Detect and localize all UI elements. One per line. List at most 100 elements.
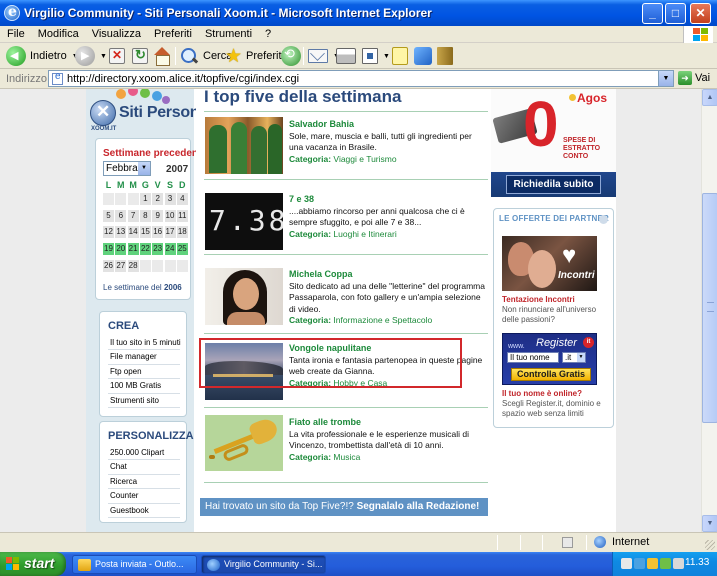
home-button[interactable] <box>153 46 171 66</box>
crea-item-sito[interactable]: Il tuo sito in 5 minuti <box>108 336 181 351</box>
crea-item-ftp[interactable]: Ftp open <box>108 365 180 380</box>
category-link[interactable]: Informazione e Spettacolo <box>333 315 432 325</box>
messenger-button[interactable] <box>414 46 432 66</box>
entry-image-7e38[interactable]: 7.38 <box>205 193 283 250</box>
calendar-day[interactable]: 4 <box>176 193 188 205</box>
calendar-day[interactable]: 1 <box>139 193 151 205</box>
resize-grip[interactable] <box>705 540 715 550</box>
refresh-button[interactable] <box>132 46 148 66</box>
calendar-day[interactable]: 12 <box>103 226 114 239</box>
personalizza-item-clipart[interactable]: 250.000 Clipart <box>108 446 180 461</box>
calendar-day[interactable]: 24 <box>164 243 176 256</box>
entry-image-tromba[interactable] <box>205 415 283 471</box>
calendar-day[interactable]: 22 <box>139 243 151 256</box>
tray-icon[interactable] <box>634 558 645 569</box>
crea-item-100mb[interactable]: 100 MB Gratis <box>108 379 180 394</box>
menu-file[interactable]: File <box>0 26 31 40</box>
domain-name-input[interactable]: Il tuo nome <box>507 352 559 363</box>
calendar-day[interactable]: 3 <box>164 193 176 205</box>
entry-title[interactable]: Michela Coppa <box>289 269 487 281</box>
personalizza-item-ricerca[interactable]: Ricerca <box>108 475 180 490</box>
task-outlook[interactable]: Posta inviata - Outlo... <box>72 555 197 574</box>
register-question[interactable]: Il tuo nome è online? <box>502 389 582 398</box>
history-button[interactable] <box>281 46 301 66</box>
entry-title[interactable]: 7 e 38 <box>289 194 487 206</box>
calendar-day[interactable]: 25 <box>176 243 188 256</box>
scroll-up-icon[interactable]: ▲ <box>702 89 717 106</box>
entry-title[interactable]: Salvador Bahia <box>289 119 487 131</box>
category-link[interactable]: Musica <box>333 452 360 462</box>
discuss-button[interactable] <box>392 46 408 66</box>
crea-item-file-manager[interactable]: File manager <box>108 350 180 365</box>
edit-button[interactable]: ▼ <box>362 46 390 66</box>
calendar-day[interactable]: 5 <box>103 209 114 222</box>
tray-icon[interactable] <box>621 558 632 569</box>
calendar-day[interactable]: 17 <box>164 226 176 239</box>
tray-icon[interactable] <box>660 558 671 569</box>
forward-button[interactable]: ▼ <box>75 46 107 66</box>
calendar-day[interactable]: 14 <box>127 226 139 239</box>
calendar-day[interactable]: 7 <box>127 209 139 222</box>
calendar-footer[interactable]: Le settimane del 2006 <box>103 283 182 292</box>
calendar-day[interactable]: 19 <box>103 243 114 256</box>
menu-modifica[interactable]: Modifica <box>31 26 85 40</box>
calendar-day[interactable]: 8 <box>139 209 151 222</box>
check-domain-button[interactable]: Controlla Gratis <box>511 368 591 381</box>
calendar-day[interactable]: 26 <box>103 259 114 272</box>
calendar-day[interactable]: 13 <box>115 226 127 239</box>
site-logo[interactable]: XOOM.IT Siti Personali <box>88 89 216 135</box>
personalizza-item-guestbook[interactable]: Guestbook <box>108 504 180 518</box>
menu-help[interactable]: ? <box>258 26 277 40</box>
print-button[interactable] <box>336 46 356 66</box>
calendar-footer-year[interactable]: 2006 <box>164 283 182 292</box>
tray-icon[interactable] <box>647 558 658 569</box>
month-select[interactable]: Febbraio ▼ <box>103 161 151 176</box>
favorites-button[interactable]: ★ Preferiti <box>225 46 284 67</box>
vertical-scrollbar[interactable]: ▲ ▼ <box>701 89 717 532</box>
personalizza-item-chat[interactable]: Chat <box>108 460 180 475</box>
personalizza-item-counter[interactable]: Counter <box>108 489 180 504</box>
back-button[interactable]: Indietro ▼ <box>6 46 79 66</box>
address-input[interactable]: http://directory.xoom.alice.it/topfive/c… <box>48 70 674 87</box>
menu-preferiti[interactable]: Preferiti <box>147 26 198 40</box>
incontri-title[interactable]: Tentazione Incontri <box>502 295 575 304</box>
stop-button[interactable] <box>109 46 125 66</box>
incontri-image[interactable]: ♥ Incontri <box>502 236 597 291</box>
calendar-day[interactable]: 16 <box>152 226 164 239</box>
address-dropdown-icon[interactable]: ▼ <box>658 71 673 86</box>
research-button[interactable] <box>437 46 453 66</box>
entry-image-salvador[interactable] <box>205 117 283 174</box>
calendar-day[interactable]: 28 <box>127 259 139 272</box>
submit-site-link[interactable]: Segnalalo alla Redazione! <box>357 501 480 512</box>
calendar-day[interactable]: 21 <box>127 243 139 256</box>
calendar-day[interactable]: 23 <box>152 243 164 256</box>
task-ie[interactable]: Virgilio Community - Si... <box>201 555 326 574</box>
calendar-day[interactable]: 6 <box>115 209 127 222</box>
start-button[interactable]: start <box>0 552 66 576</box>
calendar-day[interactable]: 2 <box>152 193 164 205</box>
calendar-day[interactable]: 11 <box>176 209 188 222</box>
entry-image-michela[interactable] <box>205 268 283 325</box>
crea-item-strumenti[interactable]: Strumenti sito <box>108 394 180 408</box>
maximize-button[interactable]: □ <box>665 3 686 24</box>
calendar-day[interactable]: 20 <box>115 243 127 256</box>
address-url[interactable]: http://directory.xoom.alice.it/topfive/c… <box>67 73 299 85</box>
close-button[interactable]: ✕ <box>690 3 711 24</box>
calendar-day[interactable]: 10 <box>164 209 176 222</box>
calendar-day[interactable]: 27 <box>115 259 127 272</box>
agos-cta-button[interactable]: Richiedila subito <box>491 172 616 197</box>
volume-icon[interactable] <box>673 558 684 569</box>
minimize-button[interactable]: _ <box>642 3 663 24</box>
calendar-day[interactable]: 9 <box>152 209 164 222</box>
menu-visualizza[interactable]: Visualizza <box>85 26 147 40</box>
category-link[interactable]: Luoghi e Itinerari <box>333 229 396 239</box>
scroll-thumb[interactable] <box>702 193 717 423</box>
entry-title[interactable]: Fiato alle trombe <box>289 417 487 429</box>
tld-select[interactable]: .it ▼ <box>562 352 586 363</box>
category-link[interactable]: Viaggi e Turismo <box>333 154 396 164</box>
menu-strumenti[interactable]: Strumenti <box>198 26 258 40</box>
agos-ad-banner[interactable]: 0 Agos SPESE DI ESTRATTO CONTO Richiedil… <box>491 89 616 197</box>
calendar-day[interactable]: 15 <box>139 226 151 239</box>
scroll-down-icon[interactable]: ▼ <box>702 515 717 532</box>
calendar-day[interactable]: 18 <box>176 226 188 239</box>
